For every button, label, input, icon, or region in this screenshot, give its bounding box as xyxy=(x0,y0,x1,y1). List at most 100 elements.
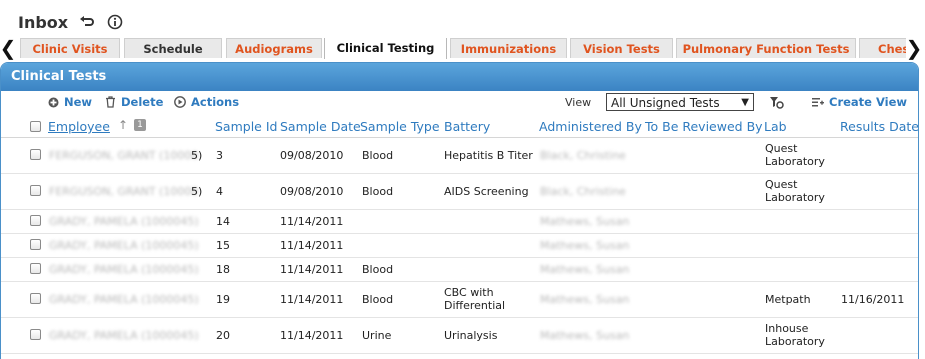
sample-date: 09/08/2010 xyxy=(280,149,344,162)
column-to-be-reviewed-by[interactable]: To Be Reviewed By xyxy=(645,119,763,134)
employee-name[interactable]: GRADY, PAMELA (1000045) xyxy=(49,329,199,342)
column-sample-type[interactable]: Sample Type xyxy=(360,119,440,134)
play-circle-icon xyxy=(174,96,186,108)
return-icon[interactable] xyxy=(78,13,96,31)
employee-name[interactable]: FERGUSON, GRANT (10000 xyxy=(49,149,198,162)
lab: Metpath xyxy=(765,293,811,306)
actions-button[interactable]: Actions xyxy=(174,95,239,109)
lab: Quest Laboratory xyxy=(765,142,825,168)
table-row[interactable]: GRADY, PAMELA (1000045) 19 11/14/2011 Bl… xyxy=(1,282,918,318)
sample-type: Blood xyxy=(362,263,394,276)
info-icon[interactable] xyxy=(106,13,124,31)
view-select[interactable]: All Unsigned Tests ▼ xyxy=(606,93,754,111)
trash-icon xyxy=(104,96,116,108)
battery: Urinalysis xyxy=(444,329,498,342)
table-row[interactable]: GRADY, PAMELA (1000045) 18 11/14/2011 Bl… xyxy=(1,258,918,282)
battery: AIDS Screening xyxy=(444,185,529,198)
row-checkbox[interactable] xyxy=(30,239,41,250)
employee-id-tail: 5) xyxy=(191,149,203,162)
lab: Inhouse Laboratory xyxy=(765,322,825,348)
sample-date: 11/14/2011 xyxy=(280,293,344,306)
tab-schedule[interactable]: Schedule xyxy=(124,38,222,58)
table-row[interactable]: GRADY, PAMELA (1000045) 20 11/14/2011 Ur… xyxy=(1,318,918,354)
toolbar: New Delete Actions View All Unsigned Tes… xyxy=(1,91,918,115)
row-checkbox[interactable] xyxy=(30,293,41,304)
employee-name[interactable]: FERGUSON, GRANT (10000 xyxy=(49,185,198,198)
sample-id: 14 xyxy=(216,215,230,228)
sample-type: Blood xyxy=(362,185,394,198)
tab-audiograms[interactable]: Audiograms xyxy=(226,38,322,58)
administered-by: Mathews, Susan xyxy=(540,293,630,306)
administered-by: Black, Christine xyxy=(540,149,626,162)
lab: Quest Laboratory xyxy=(765,178,825,204)
employee-name[interactable]: GRADY, PAMELA (1000045) xyxy=(49,239,199,252)
battery: Hepatitis B Titer xyxy=(444,149,533,162)
column-lab[interactable]: Lab xyxy=(764,119,787,134)
administered-by: Black, Christine xyxy=(540,185,626,198)
sample-id: 18 xyxy=(216,263,230,276)
sample-date: 11/14/2011 xyxy=(280,215,344,228)
employee-name[interactable]: GRADY, PAMELA (1000045) xyxy=(49,293,199,306)
table-row[interactable]: GRADY, PAMELA (1000045) 15 11/14/2011 Ma… xyxy=(1,234,918,258)
column-administered-by[interactable]: Administered By xyxy=(539,119,642,134)
page-title: Inbox xyxy=(18,12,69,32)
tab-pulmonary-function-tests[interactable]: Pulmonary Function Tests xyxy=(676,38,856,58)
sample-type: Blood xyxy=(362,149,394,162)
column-sample-id[interactable]: Sample Id xyxy=(215,119,277,134)
new-button[interactable]: New xyxy=(47,95,92,109)
column-results-date[interactable]: Results Date xyxy=(840,119,918,134)
tabs-prev-arrow[interactable]: ❮ xyxy=(0,36,16,60)
employee-name[interactable]: GRADY, PAMELA (1000045) xyxy=(49,263,199,276)
results-date: 11/16/2011 xyxy=(841,293,905,306)
tab-clinic-visits[interactable]: Clinic Visits xyxy=(20,38,120,58)
row-checkbox[interactable] xyxy=(30,149,41,160)
create-view-button[interactable]: Create View xyxy=(812,95,907,109)
tab-strip: ❮ Clinic Visits Schedule Audiograms Clin… xyxy=(0,36,925,60)
actions-label: Actions xyxy=(191,95,240,109)
filter-settings-icon[interactable] xyxy=(768,94,784,110)
employee-id-tail: 5) xyxy=(191,185,203,198)
view-select-value: All Unsigned Tests xyxy=(611,96,720,110)
administered-by: Mathews, Susan xyxy=(540,329,630,342)
table-row[interactable]: FERGUSON, GRANT (10000 5) 4 09/08/2010 B… xyxy=(1,174,918,210)
sample-type: Blood xyxy=(362,293,394,306)
sort-arrow-icon: ↑ xyxy=(118,118,129,132)
table-header: Employee ↑ 1 Sample Id Sample Date Sampl… xyxy=(1,115,918,138)
panel-title: Clinical Tests xyxy=(1,63,918,91)
list-add-icon xyxy=(812,96,824,108)
sample-id: 19 xyxy=(216,293,230,306)
administered-by: Mathews, Susan xyxy=(540,239,630,252)
tab-clinical-testing[interactable]: Clinical Testing xyxy=(324,38,447,59)
row-checkbox[interactable] xyxy=(30,329,41,340)
administered-by: Mathews, Susan xyxy=(540,263,630,276)
row-checkbox[interactable] xyxy=(30,263,41,274)
row-checkbox[interactable] xyxy=(30,215,41,226)
sample-type: Urine xyxy=(362,329,392,342)
column-employee[interactable]: Employee xyxy=(48,119,110,134)
sample-id: 4 xyxy=(216,185,223,198)
view-label: View xyxy=(565,96,592,109)
sample-date: 11/14/2011 xyxy=(280,239,344,252)
tabs: Clinic Visits Schedule Audiograms Clinic… xyxy=(20,38,906,60)
tab-chest[interactable]: Ches xyxy=(859,38,906,58)
delete-button[interactable]: Delete xyxy=(104,95,163,109)
column-battery[interactable]: Battery xyxy=(444,119,490,134)
tab-immunizations[interactable]: Immunizations xyxy=(450,38,567,58)
plus-circle-icon xyxy=(47,96,59,108)
row-checkbox[interactable] xyxy=(30,185,41,196)
sort-order-badge: 1 xyxy=(134,119,146,131)
create-view-label: Create View xyxy=(829,95,908,109)
sample-date: 09/08/2010 xyxy=(280,185,344,198)
table-row[interactable]: FERGUSON, GRANT (10000 5) 3 09/08/2010 B… xyxy=(1,138,918,174)
sample-id: 3 xyxy=(216,149,223,162)
chevron-down-icon: ▼ xyxy=(741,97,749,108)
tab-vision-tests[interactable]: Vision Tests xyxy=(570,38,673,58)
new-label: New xyxy=(64,95,93,109)
sample-id: 20 xyxy=(216,329,230,342)
select-all-checkbox[interactable] xyxy=(30,121,41,132)
title-bar: Inbox xyxy=(18,10,124,34)
column-sample-date[interactable]: Sample Date xyxy=(280,119,361,134)
tabs-next-arrow[interactable]: ❯ xyxy=(906,36,923,60)
employee-name[interactable]: GRADY, PAMELA (1000045) xyxy=(49,215,199,228)
table-row[interactable]: GRADY, PAMELA (1000045) 14 11/14/2011 Ma… xyxy=(1,210,918,234)
